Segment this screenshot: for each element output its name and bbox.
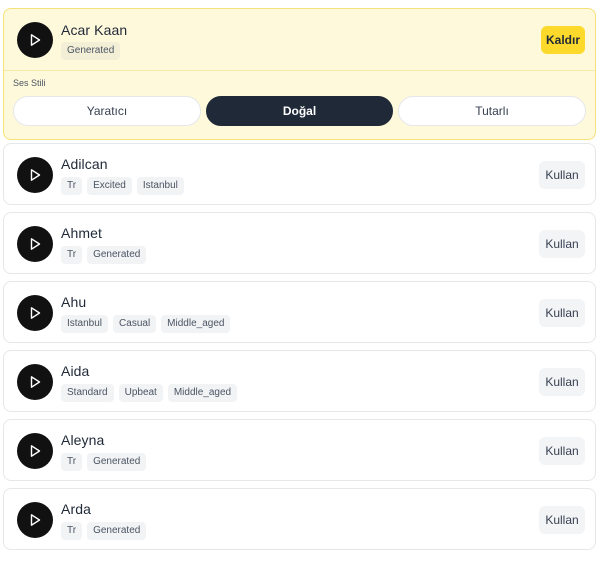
play-button[interactable] bbox=[17, 364, 53, 400]
play-icon bbox=[30, 238, 41, 250]
voice-tag: Tr bbox=[61, 522, 83, 540]
voice-name: Ahmet bbox=[61, 225, 102, 241]
voice-tag: Excited bbox=[87, 177, 132, 195]
play-icon bbox=[30, 169, 41, 181]
voice-name: Adilcan bbox=[61, 156, 108, 172]
play-button[interactable] bbox=[17, 226, 53, 262]
voice-card[interactable]: Ahmet Tr Generated Kullan bbox=[3, 212, 596, 274]
style-option-creative[interactable]: Yaratıcı bbox=[13, 96, 201, 126]
voice-tag: Standard bbox=[61, 384, 114, 402]
voice-card[interactable]: Ahu Istanbul Casual Middle_aged Kullan bbox=[3, 281, 596, 343]
play-icon bbox=[30, 514, 41, 526]
voice-tags: Generated bbox=[61, 42, 121, 60]
voice-list: Acar Kaan Generated Kaldır Ses Stili Yar… bbox=[0, 0, 600, 561]
play-icon bbox=[30, 445, 41, 457]
voice-tag: Middle_aged bbox=[167, 384, 238, 402]
voice-tags: Standard Upbeat Middle_aged bbox=[61, 384, 238, 402]
voice-name: Aleyna bbox=[61, 432, 105, 448]
voice-tag: Upbeat bbox=[118, 384, 163, 402]
voice-tag: Generated bbox=[61, 42, 121, 60]
voice-card[interactable]: Arda Tr Generated Kullan bbox=[3, 488, 596, 550]
voice-tags: Tr Generated bbox=[61, 522, 147, 540]
play-icon bbox=[30, 376, 41, 388]
voice-tag: Istanbul bbox=[61, 315, 109, 333]
voice-tags: Tr Excited Istanbul bbox=[61, 177, 184, 195]
play-button[interactable] bbox=[17, 433, 53, 469]
voice-card[interactable]: Aleyna Tr Generated Kullan bbox=[3, 419, 596, 481]
voice-style-label: Ses Stili bbox=[13, 78, 46, 88]
selected-voice-card: Acar Kaan Generated Kaldır Ses Stili Yar… bbox=[3, 8, 596, 140]
voice-tag: Tr bbox=[61, 177, 83, 195]
voice-card[interactable]: Adilcan Tr Excited Istanbul Kullan bbox=[3, 143, 596, 205]
play-button[interactable] bbox=[17, 295, 53, 331]
voice-tag: Middle_aged bbox=[161, 315, 231, 333]
use-button[interactable]: Kullan bbox=[539, 299, 585, 327]
play-icon bbox=[30, 34, 41, 46]
use-button[interactable]: Kullan bbox=[539, 230, 585, 258]
voice-tag: Istanbul bbox=[136, 177, 184, 195]
voice-name: Acar Kaan bbox=[61, 22, 128, 38]
voice-tag: Generated bbox=[87, 522, 147, 540]
voice-name: Aida bbox=[61, 363, 90, 379]
style-option-consistent[interactable]: Tutarlı bbox=[398, 96, 586, 126]
use-button[interactable]: Kullan bbox=[539, 437, 585, 465]
voice-tag: Generated bbox=[87, 246, 147, 264]
play-button[interactable] bbox=[17, 502, 53, 538]
play-icon bbox=[30, 307, 41, 319]
voice-tags: Tr Generated bbox=[61, 453, 147, 471]
use-button[interactable]: Kullan bbox=[539, 506, 585, 534]
use-button[interactable]: Kullan bbox=[539, 161, 585, 189]
voice-tag: Tr bbox=[61, 246, 83, 264]
voice-card[interactable]: Aida Standard Upbeat Middle_aged Kullan bbox=[3, 350, 596, 412]
play-button[interactable] bbox=[17, 22, 53, 58]
voice-tag: Tr bbox=[61, 453, 83, 471]
voice-tag: Generated bbox=[87, 453, 147, 471]
remove-button[interactable]: Kaldır bbox=[541, 26, 585, 54]
voice-tag: Casual bbox=[113, 315, 157, 333]
voice-name: Ahu bbox=[61, 294, 87, 310]
voice-tags: Istanbul Casual Middle_aged bbox=[61, 315, 231, 333]
voice-tags: Tr Generated bbox=[61, 246, 147, 264]
use-button[interactable]: Kullan bbox=[539, 368, 585, 396]
voice-name: Arda bbox=[61, 501, 91, 517]
divider bbox=[4, 70, 595, 71]
play-button[interactable] bbox=[17, 157, 53, 193]
style-option-natural[interactable]: Doğal bbox=[206, 96, 393, 126]
